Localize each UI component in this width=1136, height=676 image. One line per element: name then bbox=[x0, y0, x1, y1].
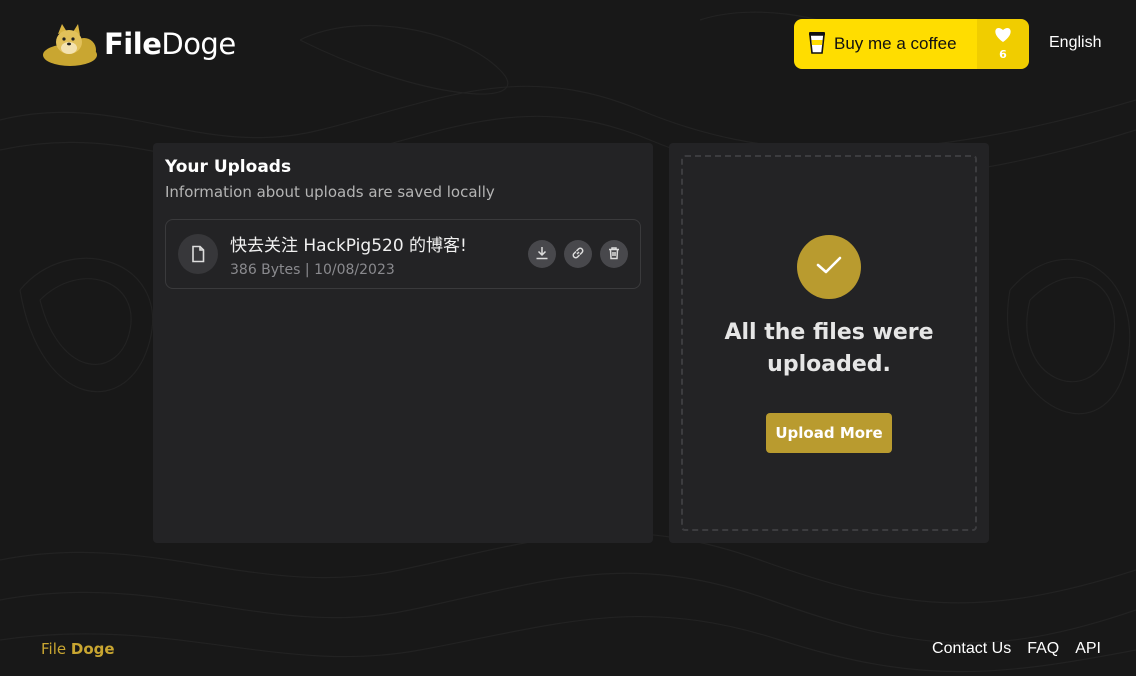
trash-icon bbox=[607, 245, 621, 264]
download-icon bbox=[535, 245, 549, 264]
file-meta: 386 Bytes | 10/08/2023 bbox=[230, 261, 395, 278]
faq-link[interactable]: FAQ bbox=[1027, 640, 1059, 658]
footer-links: Contact Us FAQ API bbox=[932, 640, 1101, 658]
file-name: 快去关注 HackPig520 的博客! bbox=[230, 235, 467, 256]
doge-logo-icon bbox=[40, 22, 98, 66]
coffee-count: 6 bbox=[999, 48, 1007, 61]
footer-brand-doge: Doge bbox=[70, 640, 115, 658]
language-selector[interactable]: English bbox=[1049, 34, 1101, 52]
link-icon bbox=[571, 245, 585, 264]
file-info: 快去关注 HackPig520 的博客! 386 Bytes | 10/08/2… bbox=[230, 231, 528, 278]
uploads-subtitle: Information about uploads are saved loca… bbox=[165, 183, 495, 201]
file-icon bbox=[178, 234, 218, 274]
contact-us-link[interactable]: Contact Us bbox=[932, 640, 1011, 658]
file-actions bbox=[528, 240, 628, 268]
download-button[interactable] bbox=[528, 240, 556, 268]
coffee-cup-icon bbox=[808, 30, 826, 59]
check-icon bbox=[815, 254, 843, 280]
buy-me-a-coffee-button[interactable]: Buy me a coffee 6 bbox=[794, 19, 1029, 69]
uploads-title: Your Uploads bbox=[165, 157, 292, 177]
coffee-supporters[interactable]: 6 bbox=[977, 19, 1029, 69]
logo-text-doge: Doge bbox=[161, 27, 236, 61]
drop-zone[interactable]: All the files were uploaded. Upload More bbox=[681, 155, 977, 531]
site-logo[interactable]: FileDoge bbox=[40, 22, 236, 66]
upload-status-panel: All the files were uploaded. Upload More bbox=[669, 143, 989, 543]
uploads-panel: Your Uploads Information about uploads a… bbox=[153, 143, 653, 543]
success-badge bbox=[797, 235, 861, 299]
logo-text-file: File bbox=[104, 27, 162, 61]
footer-brand[interactable]: File Doge bbox=[41, 640, 115, 658]
upload-more-button[interactable]: Upload More bbox=[766, 413, 892, 453]
delete-button[interactable] bbox=[600, 240, 628, 268]
file-list-item: 快去关注 HackPig520 的博客! 386 Bytes | 10/08/2… bbox=[165, 219, 641, 289]
upload-complete-message: All the files were uploaded. bbox=[724, 320, 934, 377]
coffee-main[interactable]: Buy me a coffee bbox=[794, 19, 977, 69]
logo-text: FileDoge bbox=[104, 27, 236, 61]
api-link[interactable]: API bbox=[1075, 640, 1101, 658]
heart-icon bbox=[994, 27, 1012, 46]
copy-link-button[interactable] bbox=[564, 240, 592, 268]
footer-brand-file: File bbox=[41, 640, 67, 658]
coffee-label: Buy me a coffee bbox=[834, 34, 957, 53]
